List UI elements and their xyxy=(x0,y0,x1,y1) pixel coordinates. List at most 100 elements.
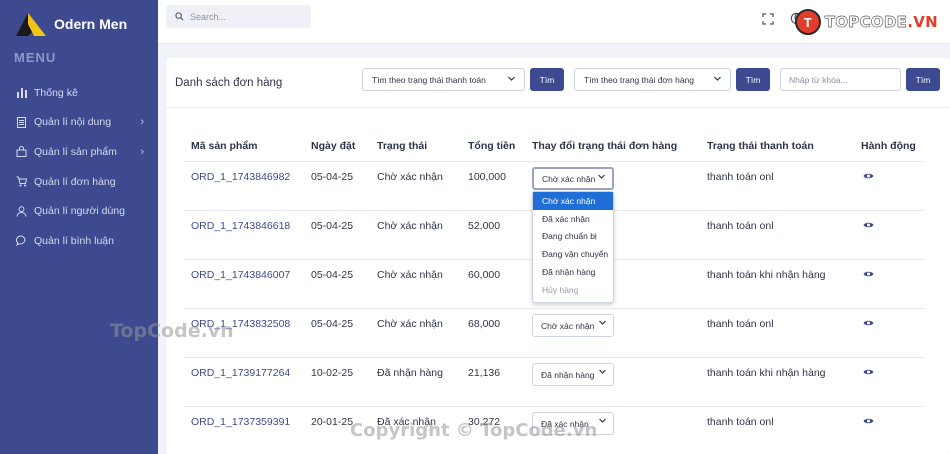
order-status: Chờ xác nhận xyxy=(377,318,443,330)
order-status: Chờ xác nhận xyxy=(377,220,443,232)
chevron-down-icon xyxy=(596,367,607,379)
dropdown-option[interactable]: Đang vận chuyển xyxy=(533,245,613,263)
payment-filter-search-button[interactable]: Tìm xyxy=(530,68,564,91)
bar-chart-icon xyxy=(15,87,27,99)
order-status-select[interactable]: Đã xác nhận xyxy=(532,412,614,435)
keyword-input[interactable] xyxy=(780,68,901,91)
chevron-right-icon: › xyxy=(140,145,144,158)
fullscreen-icon[interactable] xyxy=(762,12,776,26)
order-total: 52,000 xyxy=(468,220,501,232)
order-date: 10-02-25 xyxy=(311,367,354,379)
view-eye-icon[interactable] xyxy=(863,318,874,330)
sidebar-item-comments[interactable]: Quản lí bình luận xyxy=(0,226,158,256)
order-id-link[interactable]: ORD_1_1743846618 xyxy=(191,220,290,232)
sidebar-item-products[interactable]: Quản lí sản phẩm › xyxy=(0,137,158,167)
order-total: 100,000 xyxy=(468,171,506,183)
card-header: Danh sách đơn hàng Tìm theo trạng thái t… xyxy=(166,58,950,108)
order-status-filter[interactable]: Tìm theo trạng thái đơn hàng xyxy=(574,68,731,91)
order-status-select[interactable]: Chờ xác nhận xyxy=(532,167,614,190)
chevron-down-icon xyxy=(595,172,606,184)
dropdown-option[interactable]: Chờ xác nhận xyxy=(533,192,613,210)
sidebar-nav: Thống kê Quản lí nội dung › Quản lí sản … xyxy=(0,78,158,256)
chevron-right-icon: › xyxy=(140,116,144,129)
view-eye-icon[interactable] xyxy=(863,416,874,428)
order-date: 20-01-25 xyxy=(311,416,354,428)
sidebar-item-users[interactable]: Quản lí người dùng xyxy=(0,196,158,226)
cart-icon xyxy=(15,176,27,188)
chevron-down-icon xyxy=(713,74,722,85)
dropdown-option[interactable]: Đã nhận hàng xyxy=(533,263,613,281)
header-payment-status: Trạng thái thanh toán xyxy=(707,139,814,152)
chevron-down-icon xyxy=(596,318,607,330)
order-date: 05-04-25 xyxy=(311,220,354,232)
topcode-text-tail: .VN xyxy=(907,13,938,31)
dropdown-option[interactable]: Đang chuẩn bị xyxy=(533,228,613,246)
order-date: 05-04-25 xyxy=(311,318,354,330)
sidebar-item-label: Quản lí sản phẩm xyxy=(34,145,117,158)
order-status-select[interactable]: Chờ xác nhận xyxy=(532,314,614,337)
dropdown-option[interactable]: Đã xác nhận xyxy=(533,210,613,228)
order-filter-search-button[interactable]: Tìm xyxy=(736,68,770,91)
sidebar-item-label: Quản lí bình luận xyxy=(34,234,114,247)
table-row: ORD_1_1743832508 05-04-25 Chờ xác nhận 6… xyxy=(185,309,925,358)
payment-status: thanh toán khi nhận hàng xyxy=(707,269,826,281)
order-status-select[interactable]: Đã nhận hàng xyxy=(532,363,614,386)
menu-title: MENU xyxy=(14,50,57,65)
order-status: Đã xác nhận xyxy=(377,416,436,428)
bag-icon xyxy=(15,146,27,158)
keyword-search-button[interactable]: Tìm xyxy=(906,68,940,91)
order-id-link[interactable]: ORD_1_1737359391 xyxy=(191,416,290,428)
header-order-id: Mã sản phẩm xyxy=(191,139,258,152)
brand-name: Odern Men xyxy=(54,16,128,32)
table-row: ORD_1_1739177264 10-02-25 Đã nhận hàng 2… xyxy=(185,358,925,407)
chevron-down-icon xyxy=(596,416,607,428)
sidebar-item-statistics[interactable]: Thống kê xyxy=(0,78,158,108)
sidebar-item-label: Quản lí nội dung xyxy=(34,116,112,129)
order-status: Chờ xác nhận xyxy=(377,171,443,183)
document-icon xyxy=(15,116,27,128)
topcode-watermark-logo: T TOPCODE.VN xyxy=(794,9,938,35)
search-box[interactable] xyxy=(166,5,311,28)
order-status: Chờ xác nhận xyxy=(377,269,443,281)
brand[interactable]: Odern Men xyxy=(0,0,158,48)
chevron-down-icon xyxy=(507,74,516,85)
order-id-link[interactable]: ORD_1_1743846007 xyxy=(191,269,290,281)
order-status-filter-label: Tìm theo trạng thái đơn hàng xyxy=(584,74,695,85)
order-id-link[interactable]: ORD_1_1743832508 xyxy=(191,318,290,330)
order-status-dropdown-list: Chờ xác nhận Đã xác nhận Đang chuẩn bị Đ… xyxy=(532,191,614,303)
payment-status-filter[interactable]: Tìm theo trạng thái thanh toán xyxy=(362,68,525,91)
view-eye-icon[interactable] xyxy=(863,269,874,281)
view-eye-icon[interactable] xyxy=(863,220,874,232)
payment-status-filter-label: Tìm theo trạng thái thanh toán xyxy=(372,74,486,85)
order-id-link[interactable]: ORD_1_1739177264 xyxy=(191,367,290,379)
brand-logo-icon xyxy=(14,10,48,38)
view-eye-icon[interactable] xyxy=(863,367,874,379)
header-actions: Hành động xyxy=(861,139,916,152)
search-input[interactable] xyxy=(190,11,300,22)
comment-icon xyxy=(15,235,27,247)
header-date: Ngày đặt xyxy=(311,139,356,152)
order-id-link[interactable]: ORD_1_1743846982 xyxy=(191,171,290,183)
topbar: T TOPCODE.VN xyxy=(158,0,950,44)
sidebar-item-orders[interactable]: Quản lí đơn hàng xyxy=(0,167,158,197)
order-status-select-value: Chờ xác nhận xyxy=(541,320,595,331)
payment-status: thanh toán onl xyxy=(707,318,774,330)
search-icon xyxy=(175,8,184,26)
order-total: 60,000 xyxy=(468,269,501,281)
page-title: Danh sách đơn hàng xyxy=(175,77,283,89)
header-total: Tổng tiền xyxy=(468,139,516,152)
header-status: Trạng thái xyxy=(377,139,428,152)
sidebar-item-label: Thống kê xyxy=(34,86,78,99)
payment-status: thanh toán khi nhận hàng xyxy=(707,367,826,379)
view-eye-icon[interactable] xyxy=(863,171,874,183)
table-header: Mã sản phẩm Ngày đặt Trạng thái Tổng tiề… xyxy=(185,130,925,162)
header-change-status: Thay đổi trạng thái đơn hàng xyxy=(532,139,678,152)
sidebar-item-content[interactable]: Quản lí nội dung › xyxy=(0,108,158,138)
sidebar-item-label: Quản lí người dùng xyxy=(34,205,125,218)
payment-status: thanh toán onl xyxy=(707,416,774,428)
user-icon xyxy=(15,205,27,217)
order-status: Đã nhận hàng xyxy=(377,367,443,379)
order-date: 05-04-25 xyxy=(311,269,354,281)
sidebar: Odern Men MENU Thống kê Quản lí nội dung… xyxy=(0,0,158,454)
table-row: ORD_1_1737359391 20-01-25 Đã xác nhận 30… xyxy=(185,407,925,454)
